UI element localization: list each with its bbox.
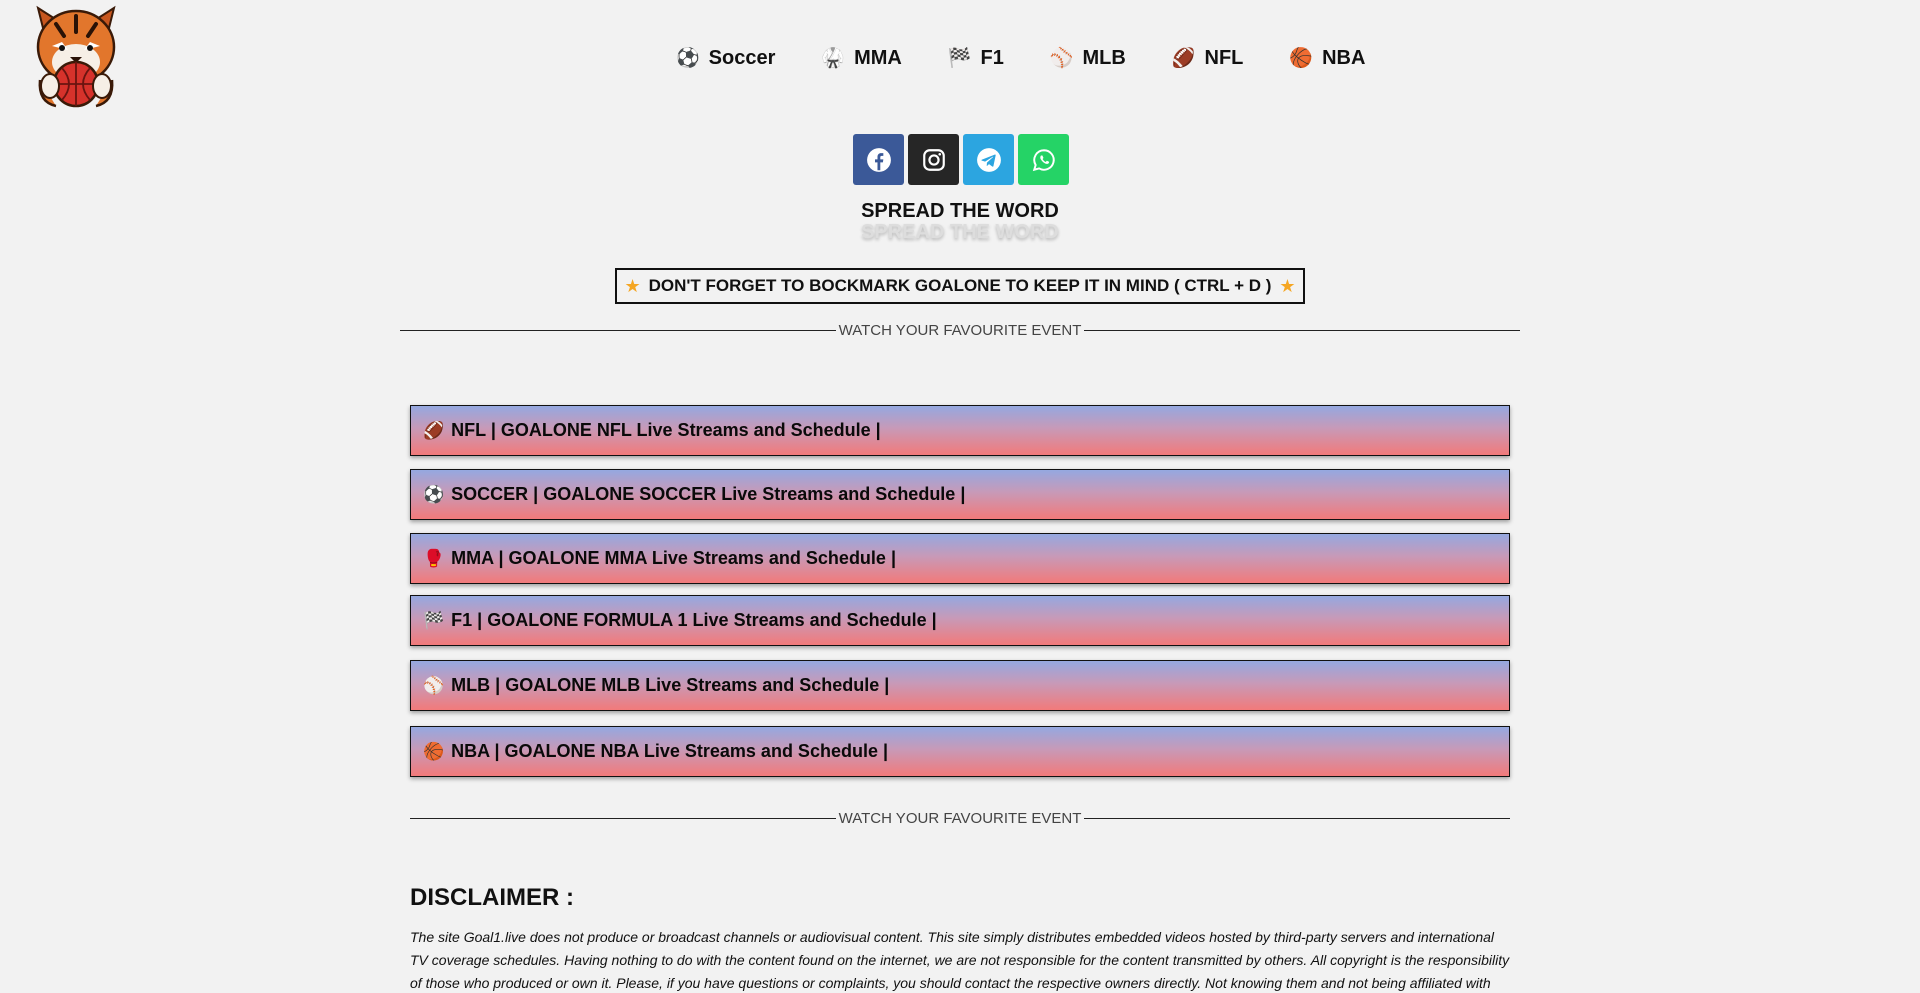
nav-label: MMA	[854, 46, 902, 69]
checkered-flag-icon: 🏁	[947, 47, 972, 69]
event-label: MMA | GOALONE MMA Live Streams and Sched…	[451, 548, 896, 568]
event-label: NFL | GOALONE NFL Live Streams and Sched…	[451, 420, 881, 440]
divider-line	[410, 818, 836, 819]
nav-item-nba[interactable]: 🏀 NBA	[1289, 44, 1365, 72]
instagram-share-button[interactable]	[908, 134, 959, 185]
nav-label: Soccer	[708, 46, 776, 69]
nav-item-mma[interactable]: 🥋 MMA	[821, 44, 901, 72]
nav-item-mlb[interactable]: ⚾ MLB	[1050, 44, 1126, 72]
divider-line	[1084, 330, 1520, 331]
disclaimer-body: The site Goal1.live does not produce or …	[410, 929, 1510, 991]
event-label: SOCCER | GOALONE SOCCER Live Streams and…	[451, 484, 966, 504]
event-link-mma[interactable]: 🥊 MMA | GOALONE MMA Live Streams and Sch…	[410, 533, 1510, 584]
checkered-flag-icon: 🏁	[423, 610, 445, 630]
nav-label: F1	[980, 46, 1004, 69]
telegram-icon	[976, 147, 1001, 172]
basketball-icon: 🏀	[1289, 47, 1314, 69]
instagram-icon	[922, 148, 945, 171]
american-football-icon: 🏈	[423, 420, 445, 440]
nav-item-nfl[interactable]: 🏈 NFL	[1172, 44, 1244, 72]
section-divider-top: WATCH YOUR FAVOURITE EVENT	[400, 322, 1520, 339]
tiger-logo-icon	[36, 5, 116, 108]
section-divider-bottom: WATCH YOUR FAVOURITE EVENT	[410, 810, 1510, 827]
nav-label: MLB	[1082, 46, 1126, 69]
site-logo[interactable]	[26, 2, 126, 112]
nav-label: NBA	[1322, 46, 1366, 69]
event-label: MLB | GOALONE MLB Live Streams and Sched…	[451, 675, 890, 695]
basketball-icon: 🏀	[423, 741, 445, 761]
soccer-ball-icon: ⚽	[423, 484, 445, 504]
divider-text: WATCH YOUR FAVOURITE EVENT	[838, 322, 1082, 339]
nav-label: NFL	[1204, 46, 1244, 69]
whatsapp-icon	[1032, 148, 1055, 171]
soccer-ball-icon: ⚽	[676, 47, 700, 69]
martial-arts-uniform-icon: 🥋	[821, 47, 846, 69]
telegram-share-button[interactable]	[963, 134, 1014, 185]
bookmark-reminder: ★ DON'T FORGET TO BOCKMARK GOALONE TO KE…	[615, 268, 1305, 304]
event-link-f1[interactable]: 🏁 F1 | GOALONE FORMULA 1 Live Streams an…	[410, 595, 1510, 646]
star-icon: ★	[1279, 275, 1296, 296]
top-nav: ⚽ Soccer 🥋 MMA 🏁 F1 ⚾ MLB 🏈 NFL 🏀 NBA	[676, 44, 1411, 72]
event-link-nfl[interactable]: 🏈 NFL | GOALONE NFL Live Streams and Sch…	[410, 405, 1510, 456]
baseball-icon: ⚾	[423, 675, 445, 695]
facebook-icon	[866, 147, 891, 172]
event-link-nba[interactable]: 🏀 NBA | GOALONE NBA Live Streams and Sch…	[410, 726, 1510, 777]
american-football-icon: 🏈	[1171, 47, 1196, 69]
event-link-mlb[interactable]: ⚾ MLB | GOALONE MLB Live Streams and Sch…	[410, 660, 1510, 711]
divider-text: WATCH YOUR FAVOURITE EVENT	[838, 810, 1082, 827]
nav-item-soccer[interactable]: ⚽ Soccer	[676, 44, 775, 72]
bookmark-text: DON'T FORGET TO BOCKMARK GOALONE TO KEEP…	[648, 276, 1272, 295]
event-link-soccer[interactable]: ⚽ SOCCER | GOALONE SOCCER Live Streams a…	[410, 469, 1510, 520]
event-label: F1 | GOALONE FORMULA 1 Live Streams and …	[451, 610, 937, 630]
social-share-bar	[853, 134, 1069, 185]
spread-the-word-shadow: SPREAD THE WORD	[861, 221, 1059, 243]
disclaimer-heading: DISCLAIMER :	[410, 884, 574, 911]
nav-item-f1[interactable]: 🏁 F1	[948, 44, 1004, 72]
boxing-glove-icon: 🥊	[423, 548, 445, 568]
divider-line	[400, 330, 836, 331]
facebook-share-button[interactable]	[853, 134, 904, 185]
baseball-icon: ⚾	[1049, 47, 1074, 69]
event-label: NBA | GOALONE NBA Live Streams and Sched…	[451, 741, 888, 761]
star-icon: ★	[624, 275, 641, 296]
whatsapp-share-button[interactable]	[1018, 134, 1069, 185]
divider-line	[1084, 818, 1510, 819]
